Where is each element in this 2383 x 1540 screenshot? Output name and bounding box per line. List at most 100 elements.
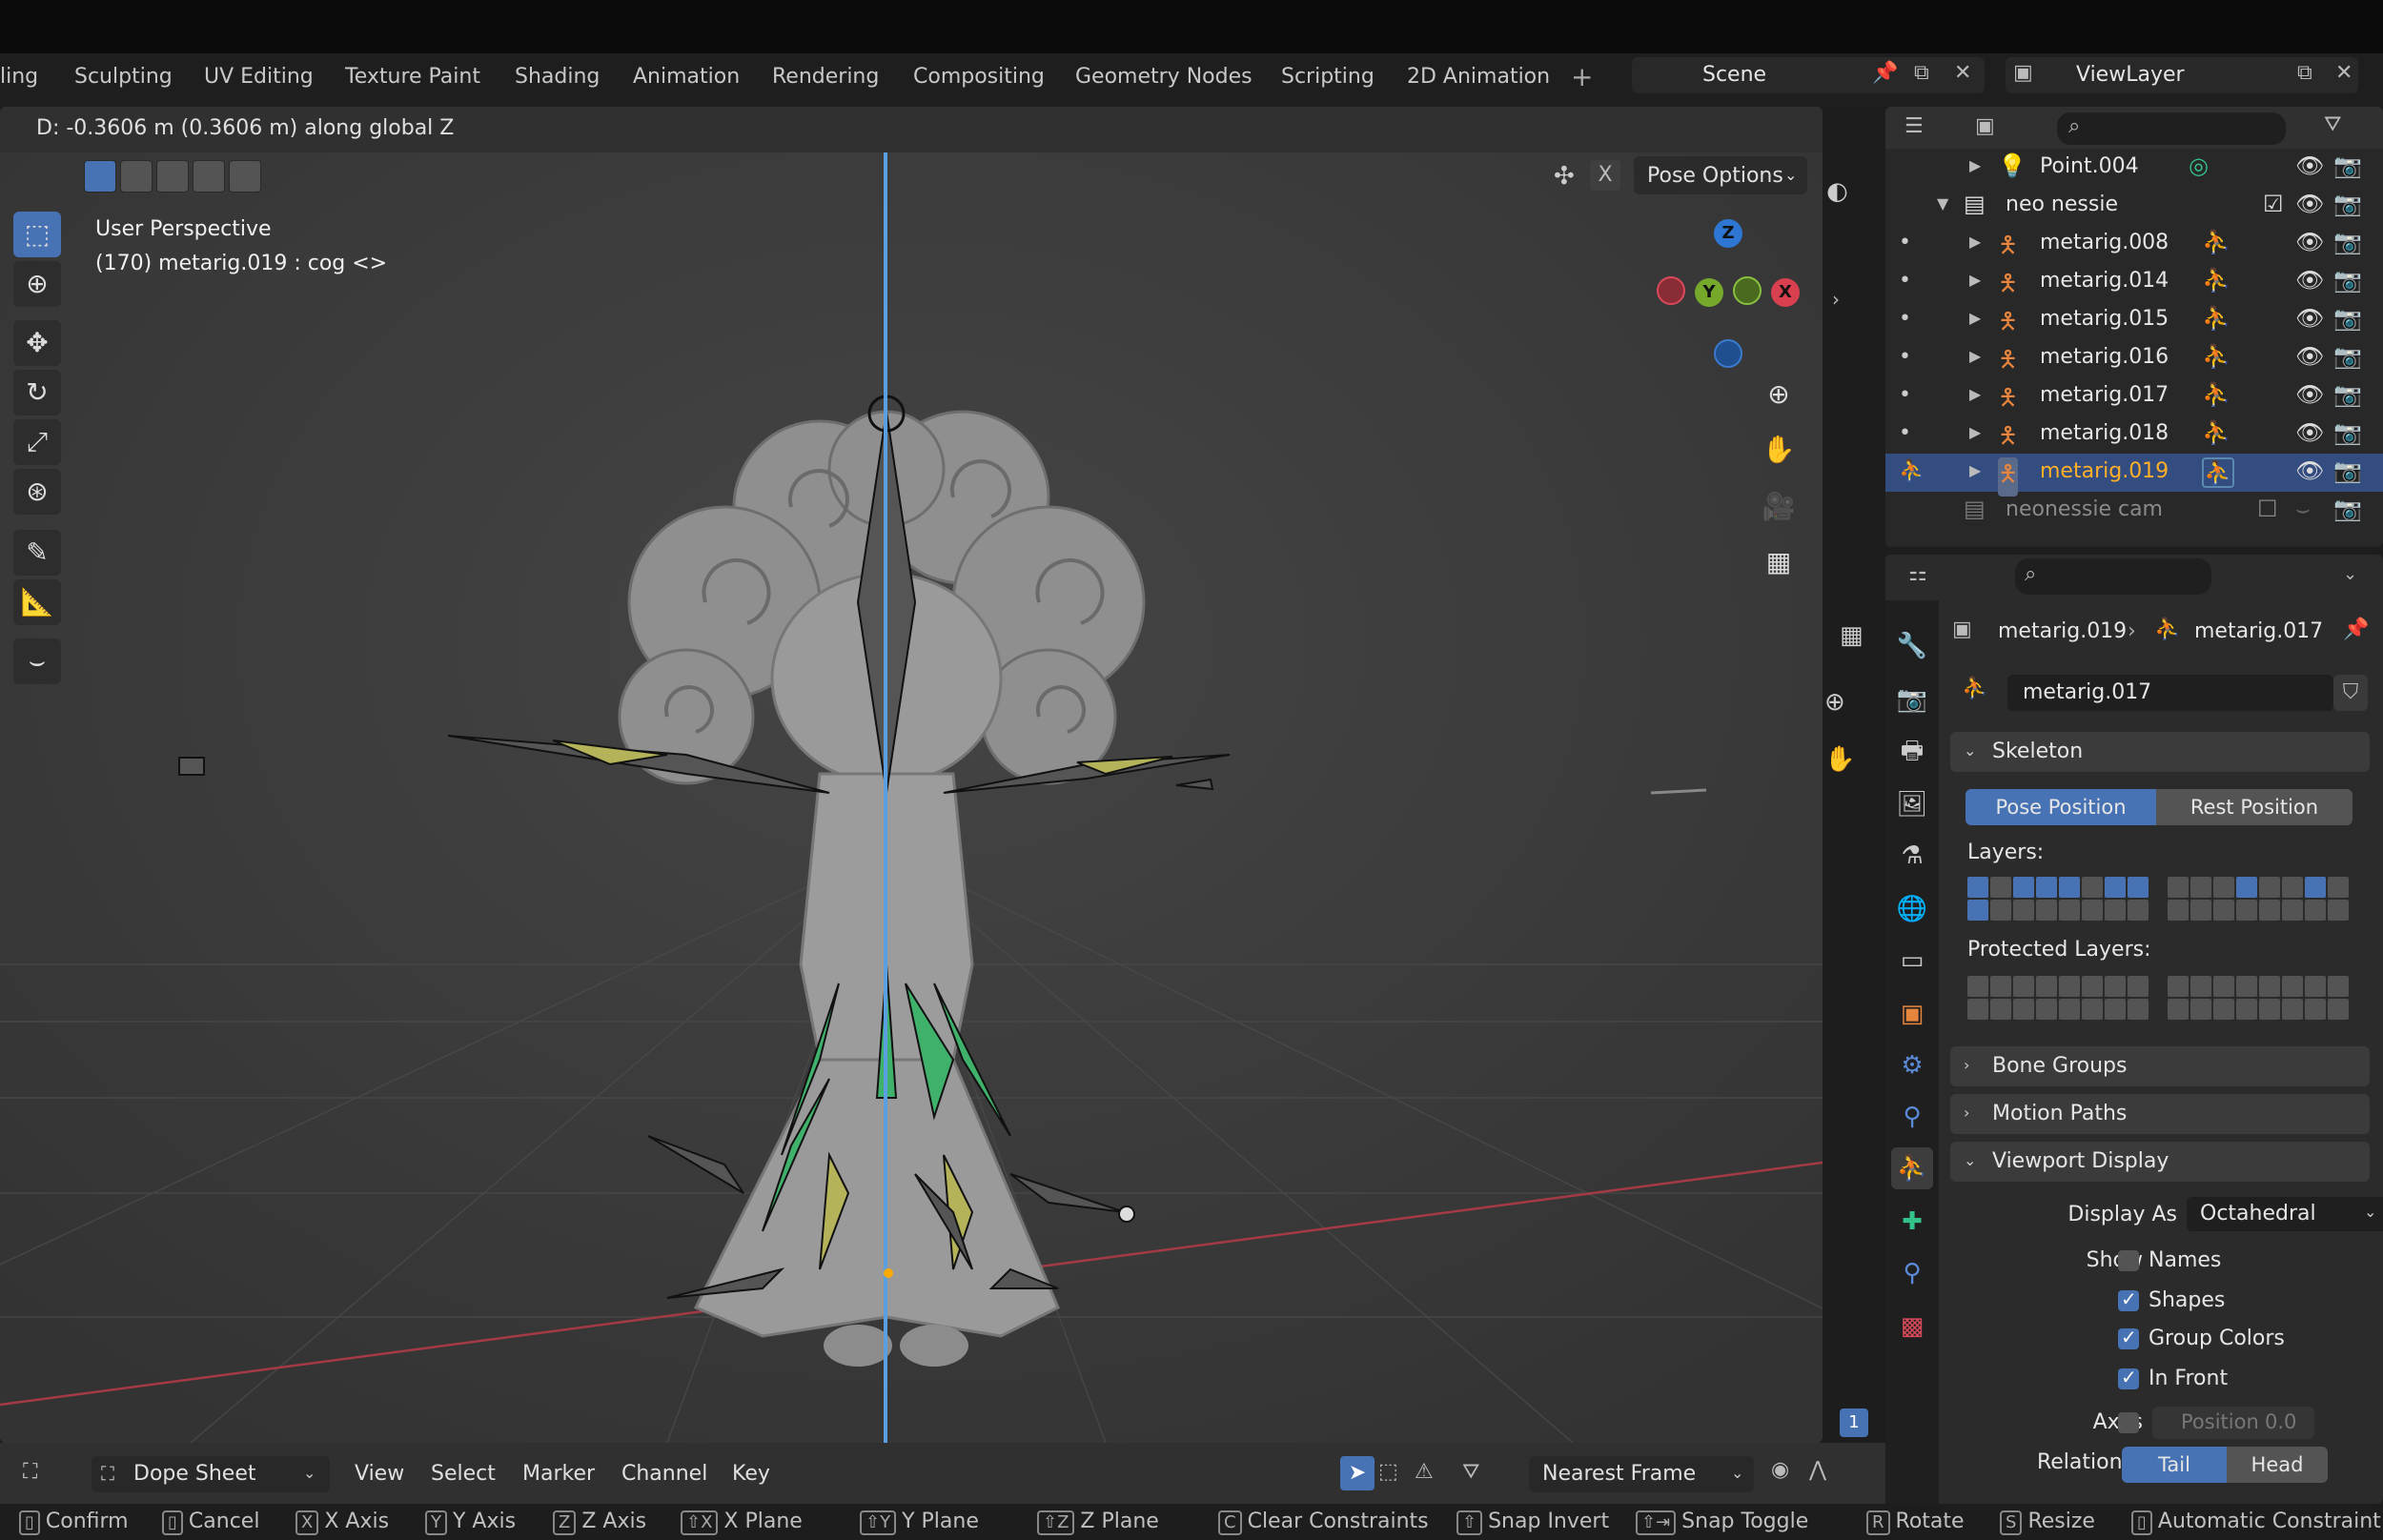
visibility-eye-icon[interactable]: 👁 xyxy=(2295,152,2324,179)
select-mode-invert-button[interactable] xyxy=(193,160,225,192)
visibility-hidden-icon[interactable]: ⌣ xyxy=(2295,496,2311,522)
falloff-curve-icon[interactable]: ⋀ xyxy=(1809,1458,1826,1482)
render-camera-icon[interactable]: 📷 xyxy=(2333,343,2362,370)
bone-tab-icon[interactable]: ✚ xyxy=(1891,1201,1933,1243)
x-mirror-button[interactable]: X xyxy=(1590,160,1620,191)
dope-sheet-mode-dropdown[interactable]: ⛶ Dope Sheet ⌄ xyxy=(92,1456,330,1492)
visibility-eye-icon[interactable]: 👁 xyxy=(2295,457,2324,484)
ortho-grid-icon[interactable]: ▦ xyxy=(1756,539,1802,585)
exclude-checkbox-icon[interactable]: ☐ xyxy=(2257,496,2278,522)
render-camera-icon[interactable]: 📷 xyxy=(2333,457,2362,484)
armature-data-selector-icon[interactable]: ⛹ xyxy=(1962,677,1987,700)
group-colors-checkbox[interactable] xyxy=(2118,1326,2139,1349)
render-preview-icon[interactable]: ◐ xyxy=(1826,177,1848,206)
gizmo-neg-x-axis[interactable] xyxy=(1657,276,1685,305)
tool-tab-icon[interactable]: 🔧 xyxy=(1891,625,1933,667)
armature-name-field[interactable]: metarig.017 xyxy=(2007,675,2333,711)
transform-tool[interactable]: ⊛ xyxy=(13,469,61,515)
editor-type-icon[interactable]: ⚏ xyxy=(1908,562,1927,586)
bone-groups-panel-header[interactable]: › Bone Groups xyxy=(1950,1046,2370,1086)
tab-shading[interactable]: Shading xyxy=(515,65,600,89)
display-as-dropdown[interactable]: Octahedral ⌄ xyxy=(2187,1197,2383,1231)
checker-icon[interactable]: ▦ xyxy=(1840,621,1864,650)
motion-paths-panel-header[interactable]: › Motion Paths xyxy=(1950,1094,2370,1134)
expand-arrow-icon[interactable]: ▶ xyxy=(1969,423,1981,441)
filter-icon[interactable]: ⛛ xyxy=(1462,1460,1479,1484)
outliner-row[interactable]: ▤ neonessie cam ☐ ⌣ 📷 xyxy=(1885,492,2383,530)
scene-selector[interactable]: Scene 📌 ⧉ ✕ xyxy=(1632,57,1985,93)
render-camera-icon[interactable]: 📷 xyxy=(2333,496,2362,522)
menu-channel[interactable]: Channel xyxy=(621,1462,707,1486)
pan-hand-icon[interactable]: ✋ xyxy=(1824,745,1855,774)
output-tab-icon[interactable]: 🖶 xyxy=(1891,730,1933,772)
protected-layers-grid-right[interactable] xyxy=(2168,976,2349,1025)
gizmo-z-axis[interactable]: Z xyxy=(1714,219,1742,248)
outliner-search-input[interactable]: ⌕ xyxy=(2057,112,2286,145)
tab-sculpting[interactable]: Sculpting xyxy=(74,65,173,89)
outliner-row-active[interactable]: ⛹ ▶ 🯅 metarig.019 ⛹ 👁 📷 xyxy=(1885,454,2383,496)
tab-compositing[interactable]: Compositing xyxy=(913,65,1045,89)
expand-arrow-icon[interactable]: ▶ xyxy=(1969,156,1981,174)
visibility-eye-icon[interactable]: 👁 xyxy=(2295,381,2324,408)
render-camera-icon[interactable]: 📷 xyxy=(2333,152,2362,179)
pin-icon[interactable]: 📌 xyxy=(1872,61,1898,85)
constraint-tab-icon[interactable]: ⚲ xyxy=(1891,1096,1933,1138)
tab-layout[interactable]: ling xyxy=(0,65,38,89)
gizmo-neg-z-axis[interactable] xyxy=(1714,339,1742,368)
scene-tab-icon[interactable]: ⚗ xyxy=(1891,835,1933,877)
pose-options-dropdown[interactable]: Pose Options ⌄ xyxy=(1634,156,1807,194)
3d-viewport[interactable]: D: -0.3606 m (0.3606 m) along global Z U… xyxy=(0,107,1823,1443)
bone-constraint-tab-icon[interactable]: ⚲ xyxy=(1891,1252,1933,1294)
expand-arrow-icon[interactable]: ▶ xyxy=(1969,271,1981,289)
tab-animation[interactable]: Animation xyxy=(633,65,740,89)
show-hidden-icon[interactable]: ⬚ xyxy=(1378,1460,1398,1484)
camera-view-icon[interactable]: 🎥 xyxy=(1756,484,1802,530)
expand-arrow-icon[interactable]: ▶ xyxy=(1969,233,1981,251)
modifier-tab-icon[interactable]: ⚙ xyxy=(1891,1044,1933,1086)
visibility-eye-icon[interactable]: 👁 xyxy=(2295,305,2324,332)
viewport-display-panel-header[interactable]: ⌄ Viewport Display xyxy=(1950,1142,2370,1182)
render-camera-icon[interactable]: 📷 xyxy=(2333,191,2362,217)
render-camera-icon[interactable]: 📷 xyxy=(2333,305,2362,332)
move-tool[interactable]: ✥ xyxy=(13,320,61,366)
axes-position-field[interactable]: Position 0.0 xyxy=(2152,1407,2314,1439)
relations-head-button[interactable]: Head xyxy=(2227,1447,2328,1483)
outliner-row[interactable]: • ▶ 🯅 metarig.008 ⛹ 👁 📷 xyxy=(1885,225,2383,263)
gizmo-x-axis[interactable]: X xyxy=(1771,278,1800,307)
bone-layers-grid-right[interactable] xyxy=(2168,877,2349,926)
visibility-eye-icon[interactable]: 👁 xyxy=(2295,191,2324,217)
gizmo-neg-y-axis[interactable] xyxy=(1733,276,1762,305)
expand-arrow-icon[interactable]: ▶ xyxy=(1969,385,1981,403)
menu-marker[interactable]: Marker xyxy=(522,1462,595,1486)
chevron-down-icon[interactable]: ⌄ xyxy=(2343,564,2357,584)
filter-view-icon[interactable]: ▣ xyxy=(1975,114,1995,138)
measure-tool[interactable]: 📐 xyxy=(13,579,61,625)
menu-key[interactable]: Key xyxy=(732,1462,770,1486)
outliner-row[interactable]: • ▶ 🯅 metarig.016 ⛹ 👁 📷 xyxy=(1885,339,2383,377)
relax-tool[interactable]: ⌣ xyxy=(13,638,61,684)
rotate-tool[interactable]: ↻ xyxy=(13,370,61,415)
object-tab-icon[interactable]: ▣ xyxy=(1891,993,1933,1035)
collection-tab-icon[interactable]: ▭ xyxy=(1891,940,1933,982)
pose-mode-icon[interactable]: ⛹ xyxy=(1899,459,1925,483)
outliner-row[interactable]: • ▶ 🯅 metarig.017 ⛹ 👁 📷 xyxy=(1885,377,2383,415)
display-mode-icon[interactable]: ☰ xyxy=(1904,114,1924,138)
expand-arrow-icon[interactable]: ▶ xyxy=(1969,309,1981,327)
zoom-icon[interactable]: ⊕ xyxy=(1756,372,1802,417)
zoom-icon[interactable]: ⊕ xyxy=(1824,688,1845,717)
tab-texture-paint[interactable]: Texture Paint xyxy=(345,65,480,89)
new-scene-icon[interactable]: ⧉ xyxy=(1914,61,1929,85)
annotate-tool[interactable]: ✎ xyxy=(13,530,61,576)
view-layer-tab-icon[interactable]: 🖼 xyxy=(1891,783,1933,825)
protected-layers-grid-left[interactable] xyxy=(1967,976,2149,1025)
only-errors-icon[interactable]: ⚠ xyxy=(1415,1460,1434,1484)
tab-2d-animation[interactable]: 2D Animation xyxy=(1407,65,1550,89)
relations-tail-button[interactable]: Tail xyxy=(2122,1447,2227,1483)
tab-uv-editing[interactable]: UV Editing xyxy=(204,65,314,89)
tab-scripting[interactable]: Scripting xyxy=(1281,65,1375,89)
proportional-editing-icon[interactable]: ◉ xyxy=(1771,1458,1789,1482)
visibility-eye-icon[interactable]: 👁 xyxy=(2295,343,2324,370)
select-mode-extend-button[interactable] xyxy=(120,160,153,192)
render-camera-icon[interactable]: 📷 xyxy=(2333,419,2362,446)
world-tab-icon[interactable]: 🌐 xyxy=(1891,888,1933,930)
